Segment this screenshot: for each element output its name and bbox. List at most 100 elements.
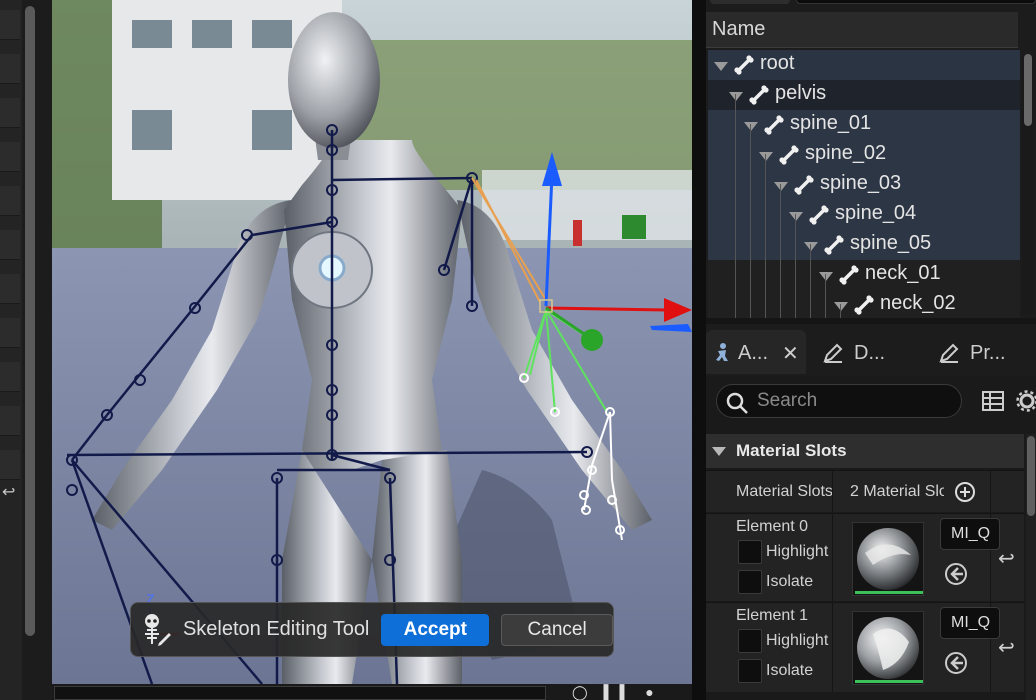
tree-row-2[interactable]: spine_01 xyxy=(708,110,1020,140)
material-picker[interactable]: MI_Q xyxy=(940,518,1000,550)
left-strip-cell[interactable] xyxy=(0,98,20,128)
3d-viewport[interactable]: Z Y Skeleton Editing Tool Accept Cancel xyxy=(52,0,692,684)
tab-preview[interactable]: Pr... xyxy=(932,330,1036,374)
pencil-icon xyxy=(939,343,959,363)
element-label: Element 0 xyxy=(736,518,809,535)
collapse-icon[interactable] xyxy=(712,447,726,456)
search-input[interactable] xyxy=(757,389,952,413)
tab-details[interactable]: D... xyxy=(816,330,926,374)
material-thumbnail[interactable] xyxy=(852,522,924,596)
highlight-label: Highlight xyxy=(766,543,829,560)
reset-icon[interactable]: ↩ xyxy=(998,546,1015,571)
left-scrollbar[interactable] xyxy=(22,0,52,700)
pencil-icon xyxy=(823,343,843,363)
gizmo-y-handle[interactable] xyxy=(581,329,603,351)
bone-label: spine_01 xyxy=(790,112,872,134)
gizmo-plane-yz[interactable] xyxy=(622,215,646,239)
tab-close-icon[interactable]: ✕ xyxy=(782,341,799,366)
tab-asset-details[interactable]: A... ✕ xyxy=(706,330,806,374)
tree-connector xyxy=(840,304,841,318)
details-scrollbar[interactable] xyxy=(1026,434,1036,700)
bone-label: neck_01 xyxy=(865,262,941,284)
material-slots-row: Material Slots 2 Material Slots xyxy=(706,470,1024,512)
tree-toolbar-button[interactable] xyxy=(710,0,790,4)
tab-label: Pr... xyxy=(970,342,1006,364)
tree-row-0[interactable]: root xyxy=(708,50,1020,80)
tree-row-6[interactable]: spine_05 xyxy=(708,230,1020,260)
gizmo-x-axis[interactable] xyxy=(545,306,668,312)
tree-scrollbar[interactable] xyxy=(1022,54,1034,314)
tab-label: A... xyxy=(738,342,769,364)
expand-arrow-icon[interactable] xyxy=(834,302,848,311)
left-strip-cell[interactable] xyxy=(0,274,20,304)
tree-connector xyxy=(750,124,751,318)
expand-arrow-icon[interactable] xyxy=(819,272,833,281)
expand-arrow-icon[interactable] xyxy=(759,152,773,161)
viewport-status-field[interactable] xyxy=(54,686,546,700)
material-slots-section-header[interactable]: Material Slots xyxy=(706,434,1024,468)
left-strip-cell[interactable] xyxy=(0,318,20,348)
skeleton-edit-icon xyxy=(144,613,171,646)
highlight-checkbox[interactable] xyxy=(738,629,762,653)
left-panel-strip: ↩ xyxy=(0,0,22,700)
section-title: Material Slots xyxy=(736,441,847,460)
cars xyxy=(482,170,692,240)
reset-icon[interactable]: ↩ xyxy=(998,635,1015,660)
tree-row-1[interactable]: pelvis xyxy=(708,80,1020,110)
expand-arrow-icon[interactable] xyxy=(789,212,803,221)
viewport-bottom-icons[interactable]: ◯ ▌▌ ● xyxy=(572,684,660,700)
isolate-checkbox[interactable] xyxy=(738,570,762,594)
name-column-label: Name xyxy=(712,18,766,40)
scrollbar-thumb[interactable] xyxy=(1024,54,1032,126)
accept-button[interactable]: Accept xyxy=(381,613,490,646)
highlight-checkbox[interactable] xyxy=(738,540,762,564)
expand-arrow-icon[interactable] xyxy=(804,242,818,251)
expand-arrow-icon[interactable] xyxy=(714,62,728,71)
viewport-scene xyxy=(52,0,692,684)
browse-to-asset-icon[interactable] xyxy=(944,562,968,586)
isolate-label: Isolate xyxy=(766,662,814,679)
material-picker[interactable]: MI_Q xyxy=(940,607,1000,639)
bone-icon xyxy=(747,83,771,107)
expand-arrow-icon[interactable] xyxy=(729,92,743,101)
scrollbar-thumb[interactable] xyxy=(1027,436,1035,516)
expand-arrow-icon[interactable] xyxy=(774,182,788,191)
bone-label: spine_03 xyxy=(820,172,902,194)
left-strip-cell[interactable] xyxy=(0,406,20,436)
bone-label: pelvis xyxy=(775,82,827,104)
details-search[interactable] xyxy=(716,384,962,418)
expand-arrow-icon[interactable] xyxy=(744,122,758,131)
editor-window: ↩ Z Skeleton Editing Tool Accept Cancel … xyxy=(0,0,1036,700)
gear-icon[interactable] xyxy=(1016,390,1036,412)
cancel-button[interactable]: Cancel xyxy=(501,613,614,646)
scrollbar-thumb[interactable] xyxy=(25,6,35,636)
left-strip-cell[interactable] xyxy=(0,230,20,260)
left-strip-cell[interactable] xyxy=(0,54,20,84)
add-slot-icon[interactable] xyxy=(954,481,976,503)
tree-column-header[interactable]: Name xyxy=(706,12,1018,48)
tree-connector xyxy=(810,244,811,318)
tree-row-7[interactable]: neck_01 xyxy=(708,260,1020,290)
left-strip-cell[interactable] xyxy=(0,142,20,172)
table-view-icon[interactable] xyxy=(982,390,1004,412)
gizmo-plane-xz[interactable] xyxy=(573,220,582,246)
undo-icon[interactable]: ↩ xyxy=(2,482,15,502)
element-label: Element 1 xyxy=(736,607,809,624)
bone-icon xyxy=(792,173,816,197)
panel-divider[interactable] xyxy=(692,0,706,700)
browse-to-asset-icon[interactable] xyxy=(944,651,968,675)
left-strip-cell[interactable] xyxy=(0,10,20,40)
left-strip-cell[interactable] xyxy=(0,450,20,480)
isolate-checkbox[interactable] xyxy=(738,659,762,683)
property-label: Material Slots xyxy=(736,483,832,500)
left-strip-cell[interactable] xyxy=(0,362,20,392)
tree-row-5[interactable]: spine_04 xyxy=(708,200,1020,230)
left-strip-cell[interactable] xyxy=(0,186,20,216)
tree-row-3[interactable]: spine_02 xyxy=(708,140,1020,170)
material-thumbnail[interactable] xyxy=(852,611,924,685)
bone-label: spine_04 xyxy=(835,202,917,224)
tree-row-8[interactable]: neck_02 xyxy=(708,290,1020,318)
tree-row-4[interactable]: spine_03 xyxy=(708,170,1020,200)
skeleton-tree-panel: Name root pelvis spine_01 spine_02 spine_03s… xyxy=(706,0,1036,318)
tree-search-input[interactable] xyxy=(796,0,1036,4)
